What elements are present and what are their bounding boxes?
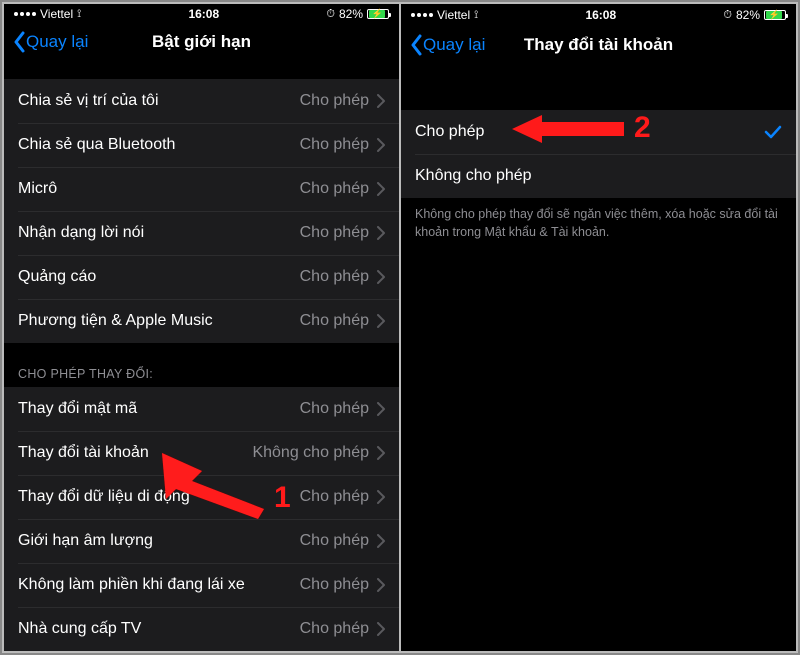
row-value: Cho phép: [300, 92, 369, 110]
row-label: Cho phép: [415, 123, 484, 141]
row-value: Cho phép: [300, 576, 369, 594]
row-label: Giới hạn âm lượng: [18, 532, 153, 550]
row-value: Cho phép: [300, 136, 369, 154]
chevron-right-icon: [377, 270, 385, 284]
section-allow-changes: CHO PHÉP THAY ĐỔI: Thay đổi mật mã Cho p…: [4, 361, 399, 651]
chevron-right-icon: [377, 94, 385, 108]
row-passcode-changes[interactable]: Thay đổi mật mã Cho phép: [4, 387, 399, 431]
row-label: Thay đổi tài khoản: [18, 444, 149, 462]
carrier-label: Viettel: [40, 7, 73, 21]
back-button[interactable]: Quay lại: [409, 34, 485, 56]
chevron-right-icon: [377, 138, 385, 152]
row-value: Cho phép: [300, 488, 369, 506]
check-icon: [764, 125, 782, 139]
chevron-right-icon: [377, 578, 385, 592]
signal-icon: [411, 13, 433, 17]
row-value: Cho phép: [300, 400, 369, 418]
row-label: Không làm phiền khi đang lái xe: [18, 576, 245, 594]
battery-pct-label: 82%: [339, 7, 363, 21]
section-account-change-options: Cho phép Không cho phép: [401, 110, 796, 198]
chevron-left-icon: [12, 31, 26, 53]
row-label: Thay đổi mật mã: [18, 400, 137, 418]
row-value: Cho phép: [300, 532, 369, 550]
wifi-icon: ⟟: [474, 9, 478, 22]
clock-label: 16:08: [585, 8, 616, 22]
chevron-right-icon: [377, 226, 385, 240]
battery-icon: ⚡: [367, 9, 389, 19]
row-share-location[interactable]: Chia sẻ vị trí của tôi Cho phép: [4, 79, 399, 123]
clock-label: 16:08: [188, 7, 219, 21]
section-privacy: Chia sẻ vị trí của tôi Cho phép Chia sẻ …: [4, 79, 399, 343]
row-value: Cho phép: [300, 620, 369, 638]
signal-icon: [14, 12, 36, 16]
phone-right: Viettel ⟟ 16:08 ⏱ 82% ⚡ Quay lại Thay đổ…: [401, 4, 796, 651]
row-label: Chia sẻ qua Bluetooth: [18, 136, 175, 154]
row-share-bluetooth[interactable]: Chia sẻ qua Bluetooth Cho phép: [4, 123, 399, 167]
row-option-disallow[interactable]: Không cho phép: [401, 154, 796, 198]
nav-bar: Quay lại Bật giới hạn: [4, 23, 399, 62]
back-button[interactable]: Quay lại: [12, 31, 88, 53]
row-tv-provider[interactable]: Nhà cung cấp TV Cho phép: [4, 607, 399, 651]
row-advertising[interactable]: Quảng cáo Cho phép: [4, 255, 399, 299]
chevron-right-icon: [377, 490, 385, 504]
battery-pct-label: 82%: [736, 8, 760, 22]
chevron-left-icon: [409, 34, 423, 56]
chevron-right-icon: [377, 534, 385, 548]
row-label: Micrô: [18, 180, 57, 198]
row-value: Cho phép: [300, 224, 369, 242]
row-label: Không cho phép: [415, 167, 532, 185]
section-footer-note: Không cho phép thay đổi sẽ ngăn việc thê…: [401, 198, 796, 241]
row-speech-recognition[interactable]: Nhận dạng lời nói Cho phép: [4, 211, 399, 255]
battery-icon: ⚡: [764, 10, 786, 20]
row-value: Cho phép: [300, 180, 369, 198]
nav-bar: Quay lại Thay đổi tài khoản: [401, 24, 796, 66]
chevron-right-icon: [377, 622, 385, 636]
chevron-right-icon: [377, 402, 385, 416]
row-value: Cho phép: [300, 312, 369, 330]
row-dnd-while-driving[interactable]: Không làm phiền khi đang lái xe Cho phép: [4, 563, 399, 607]
section-header: CHO PHÉP THAY ĐỔI:: [4, 361, 399, 387]
row-microphone[interactable]: Micrô Cho phép: [4, 167, 399, 211]
back-label: Quay lại: [26, 32, 88, 52]
wifi-icon: ⟟: [77, 8, 81, 21]
chevron-right-icon: [377, 446, 385, 460]
row-account-changes[interactable]: Thay đổi tài khoản Không cho phép: [4, 431, 399, 475]
row-media-apple-music[interactable]: Phương tiện & Apple Music Cho phép: [4, 299, 399, 343]
row-volume-limit[interactable]: Giới hạn âm lượng Cho phép: [4, 519, 399, 563]
alarm-icon: ⏱: [326, 8, 335, 21]
row-value: Không cho phép: [252, 444, 369, 462]
alarm-icon: ⏱: [723, 9, 732, 22]
row-label: Chia sẻ vị trí của tôi: [18, 92, 159, 110]
row-label: Nhận dạng lời nói: [18, 224, 144, 242]
row-value: Cho phép: [300, 268, 369, 286]
row-option-allow[interactable]: Cho phép: [401, 110, 796, 154]
row-label: Phương tiện & Apple Music: [18, 312, 213, 330]
chevron-right-icon: [377, 182, 385, 196]
row-cellular-changes[interactable]: Thay đổi dữ liệu di động Cho phép: [4, 475, 399, 519]
phone-left: Viettel ⟟ 16:08 ⏱ 82% ⚡ Quay lại Bật giớ…: [4, 4, 399, 651]
status-bar: Viettel ⟟ 16:08 ⏱ 82% ⚡: [4, 4, 399, 23]
row-label: Thay đổi dữ liệu di động: [18, 488, 190, 506]
carrier-label: Viettel: [437, 8, 470, 22]
back-label: Quay lại: [423, 35, 485, 55]
status-bar: Viettel ⟟ 16:08 ⏱ 82% ⚡: [401, 4, 796, 24]
chevron-right-icon: [377, 314, 385, 328]
row-label: Quảng cáo: [18, 268, 96, 286]
row-label: Nhà cung cấp TV: [18, 620, 141, 638]
